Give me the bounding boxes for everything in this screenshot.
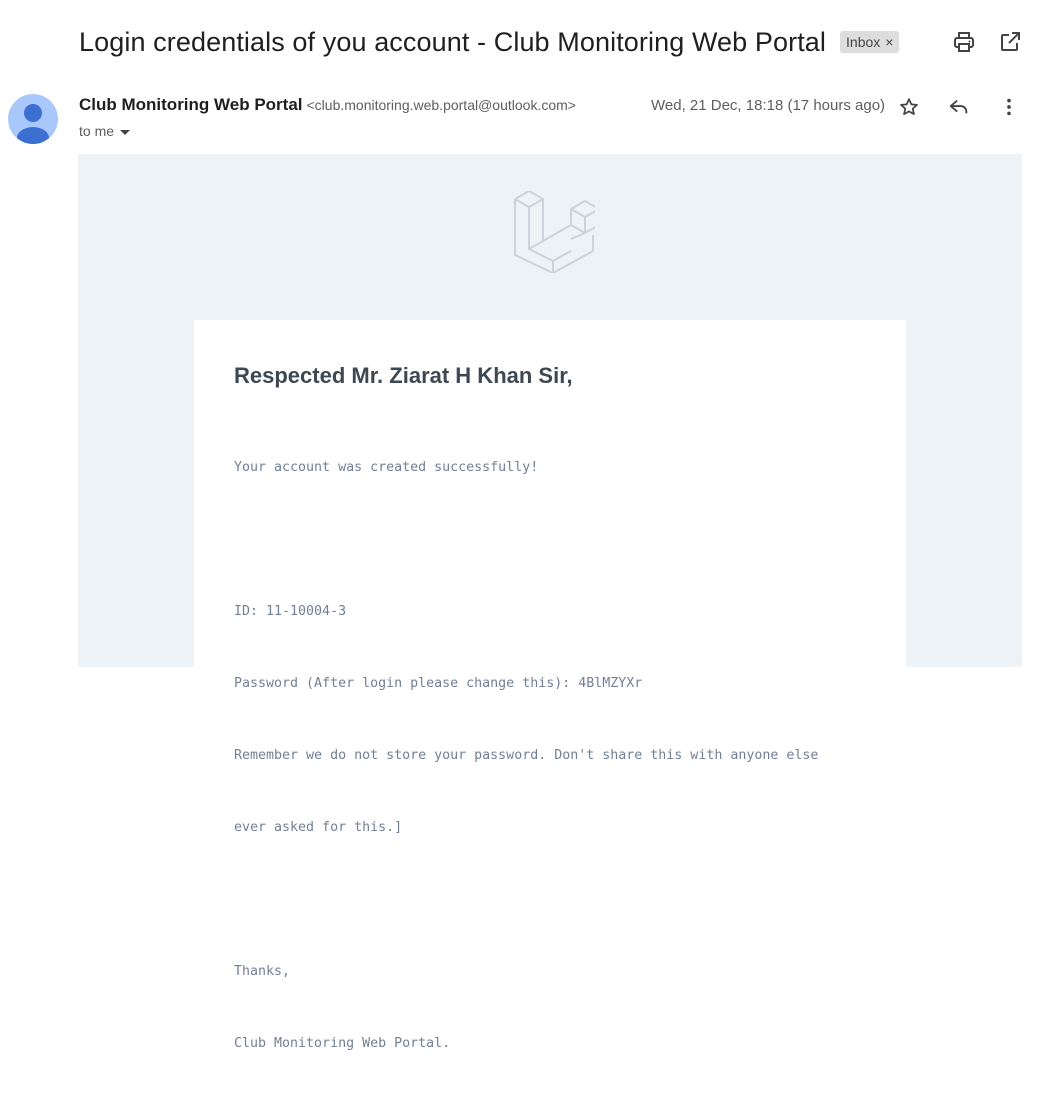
more-vertical-icon[interactable] — [998, 96, 1020, 118]
message-line: Club Monitoring Web Portal. — [234, 1036, 451, 1051]
email-body: Respected Mr. Ziarat H Khan Sir, Your ac… — [78, 154, 1022, 1051]
open-in-new-window-icon[interactable] — [998, 30, 1022, 54]
message-line: Remember we do not store your password. … — [234, 748, 819, 763]
inbox-label-chip[interactable]: Inbox × — [840, 31, 900, 53]
print-icon[interactable] — [952, 30, 976, 54]
email-date: Wed, 21 Dec, 18:18 (17 hours ago) — [651, 97, 886, 114]
message-line: Thanks, — [234, 964, 291, 979]
sender-row: Club Monitoring Web Portal <club.monitor… — [79, 95, 576, 115]
laravel-logo — [514, 191, 595, 273]
remove-label-icon[interactable]: × — [885, 34, 893, 50]
person-avatar-icon — [17, 104, 49, 144]
sender-email: <club.monitoring.web.portal@outlook.com> — [306, 97, 576, 113]
label-name: Inbox — [846, 34, 881, 50]
reply-icon[interactable] — [948, 96, 970, 118]
message-text: Your account was created successfully! ​… — [234, 408, 818, 1104]
message-card: Respected Mr. Ziarat H Khan Sir, Your ac… — [194, 320, 906, 1051]
message-line: Password (After login please change this… — [234, 676, 643, 691]
message-line: Your account was created successfully! — [234, 460, 539, 475]
subject-row: Login credentials of you account - Club … — [79, 24, 900, 60]
message-line: ID: 11-10004-3 — [234, 604, 347, 619]
sender-avatar[interactable] — [8, 94, 58, 144]
message-line: ​ — [234, 528, 818, 552]
sender-name[interactable]: Club Monitoring Web Portal — [79, 95, 303, 115]
recipients-toggle[interactable]: to me — [79, 123, 131, 139]
message-line: ​ — [234, 888, 818, 912]
chevron-down-icon — [120, 129, 131, 135]
message-line: ever asked for this.] — [234, 820, 403, 835]
recipients-label: to me — [79, 123, 115, 139]
star-icon[interactable] — [898, 96, 920, 118]
greeting: Respected Mr. Ziarat H Khan Sir, — [234, 363, 573, 388]
email-subject: Login credentials of you account - Club … — [79, 26, 827, 57]
